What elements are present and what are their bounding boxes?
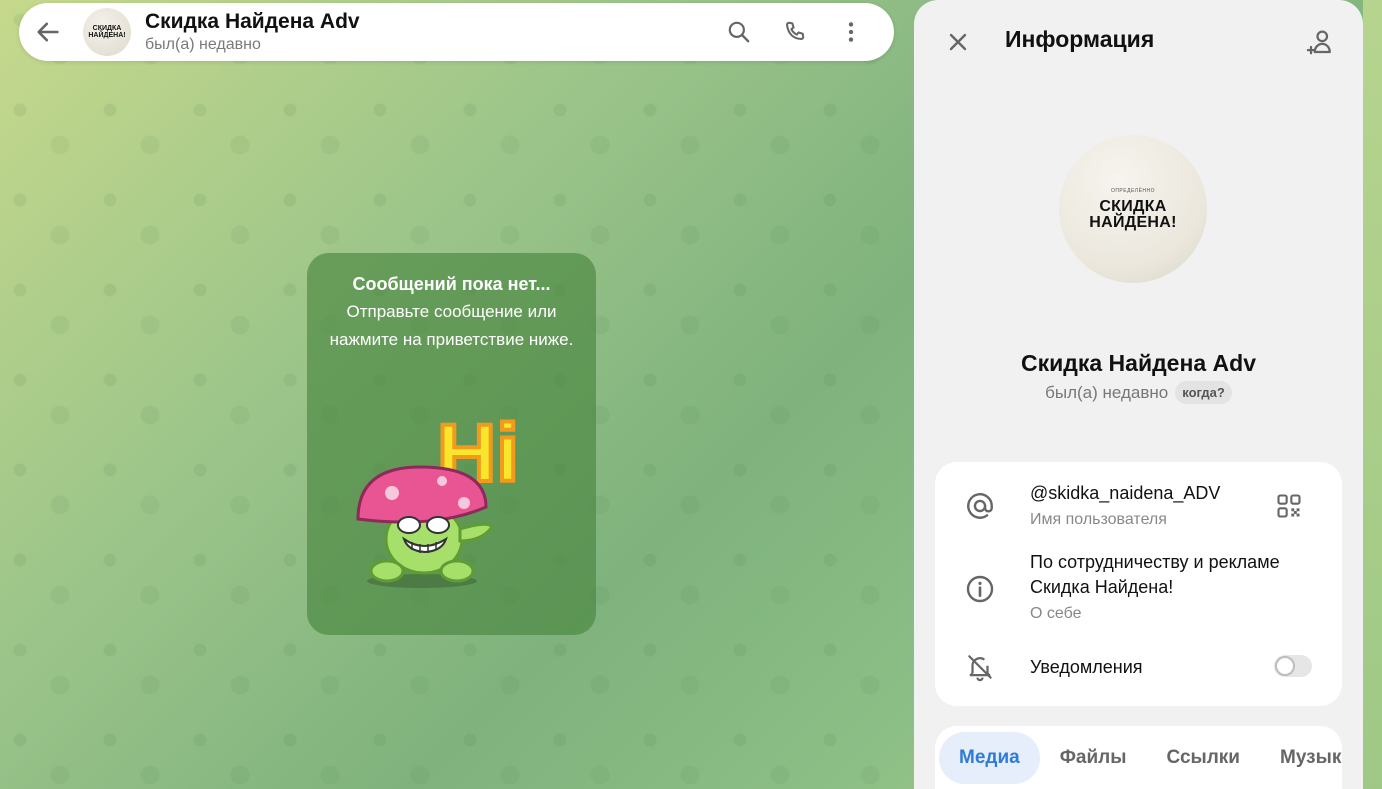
empty-chat-title: Сообщений пока нет... <box>352 274 551 294</box>
chat-title-block[interactable]: Скидка Найдена Adv был(а) недавно <box>145 9 706 55</box>
qr-code-button[interactable] <box>1272 489 1306 523</box>
profile-name: Скидка Найдена Adv <box>1020 350 1256 376</box>
username-row[interactable]: @skidka_naidena_ADV Имя пользователя <box>935 462 1342 552</box>
info-panel: Информация ОПРЕДЕЛЁННО СКИДКА НАЙДЕНА! С… <box>914 0 1363 789</box>
chat-title: Скидка Найдена Adv <box>145 10 360 33</box>
tab-music[interactable]: Музыка <box>1260 732 1342 784</box>
empty-chat-card: Сообщений пока нет... Отправьте сообщени… <box>307 253 596 635</box>
phone-icon <box>785 21 805 40</box>
window-edge <box>1363 0 1382 789</box>
profile-details-card: @skidka_naidena_ADV Имя пользователя По … <box>935 462 1342 706</box>
avatar-logo: СКИДКА НАЙДЕНА! <box>1089 197 1177 231</box>
add-user-icon <box>1306 30 1331 55</box>
notifications-toggle[interactable] <box>1274 655 1312 677</box>
media-tabs: Медиа Файлы Ссылки Музыка <box>935 726 1342 789</box>
add-contact-button[interactable] <box>1301 22 1341 62</box>
info-header: Информация <box>914 0 1363 84</box>
search-icon <box>728 21 750 43</box>
bio-label: О себе <box>1030 605 1082 622</box>
empty-chat-text: Отправьте сообщение или нажмите на приве… <box>329 302 574 349</box>
bio-line-1: По сотрудничеству и рекламе <box>1030 552 1280 572</box>
at-sign-icon <box>961 487 999 525</box>
tab-links[interactable]: Ссылки <box>1146 732 1260 784</box>
tab-media[interactable]: Медиа <box>939 731 1040 784</box>
search-button[interactable] <box>716 9 762 55</box>
notifications-label: Уведомления <box>1030 657 1143 677</box>
arrow-left-icon <box>37 22 59 42</box>
bio-row[interactable]: По сотрудничеству и рекламе Скидка Найде… <box>935 552 1342 637</box>
username-label: Имя пользователя <box>1030 511 1167 528</box>
close-button[interactable] <box>938 22 978 62</box>
bio-line-2: Скидка Найдена! <box>1030 577 1174 597</box>
more-vertical-icon <box>848 22 854 42</box>
info-icon <box>961 570 999 608</box>
info-title: Информация <box>1005 26 1155 52</box>
qr-code-icon <box>1277 494 1301 518</box>
avatar-logo-caption: ОПРЕДЕЛЁННО <box>1110 187 1156 194</box>
chat-header: СКИДКА НАЙДЕНА! Скидка Найдена Adv был(а… <box>19 3 894 61</box>
chat-avatar[interactable]: СКИДКА НАЙДЕНА! <box>83 8 131 56</box>
header-actions <box>706 9 874 55</box>
back-button[interactable] <box>19 3 77 61</box>
avatar-logo: СКИДКА НАЙДЕНА! <box>88 25 126 39</box>
username-value: @skidka_naidena_ADV <box>1030 483 1221 503</box>
profile-status: был(а) недавно <box>1045 382 1169 402</box>
more-button[interactable] <box>828 9 874 55</box>
profile-avatar[interactable]: ОПРЕДЕЛЁННО СКИДКА НАЙДЕНА! <box>1059 135 1207 283</box>
toggle-knob <box>1275 656 1295 676</box>
mushroom-sticker-icon: Hi <box>356 406 521 588</box>
bell-off-icon <box>961 648 999 686</box>
close-icon <box>949 33 967 51</box>
chat-status: был(а) недавно <box>145 36 261 53</box>
when-badge[interactable]: когда? <box>1175 381 1232 404</box>
profile-status-row: был(а) недавно когда? <box>914 381 1363 404</box>
call-button[interactable] <box>772 9 818 55</box>
tab-files[interactable]: Файлы <box>1040 732 1147 784</box>
hi-sticker[interactable]: Hi <box>352 401 552 591</box>
